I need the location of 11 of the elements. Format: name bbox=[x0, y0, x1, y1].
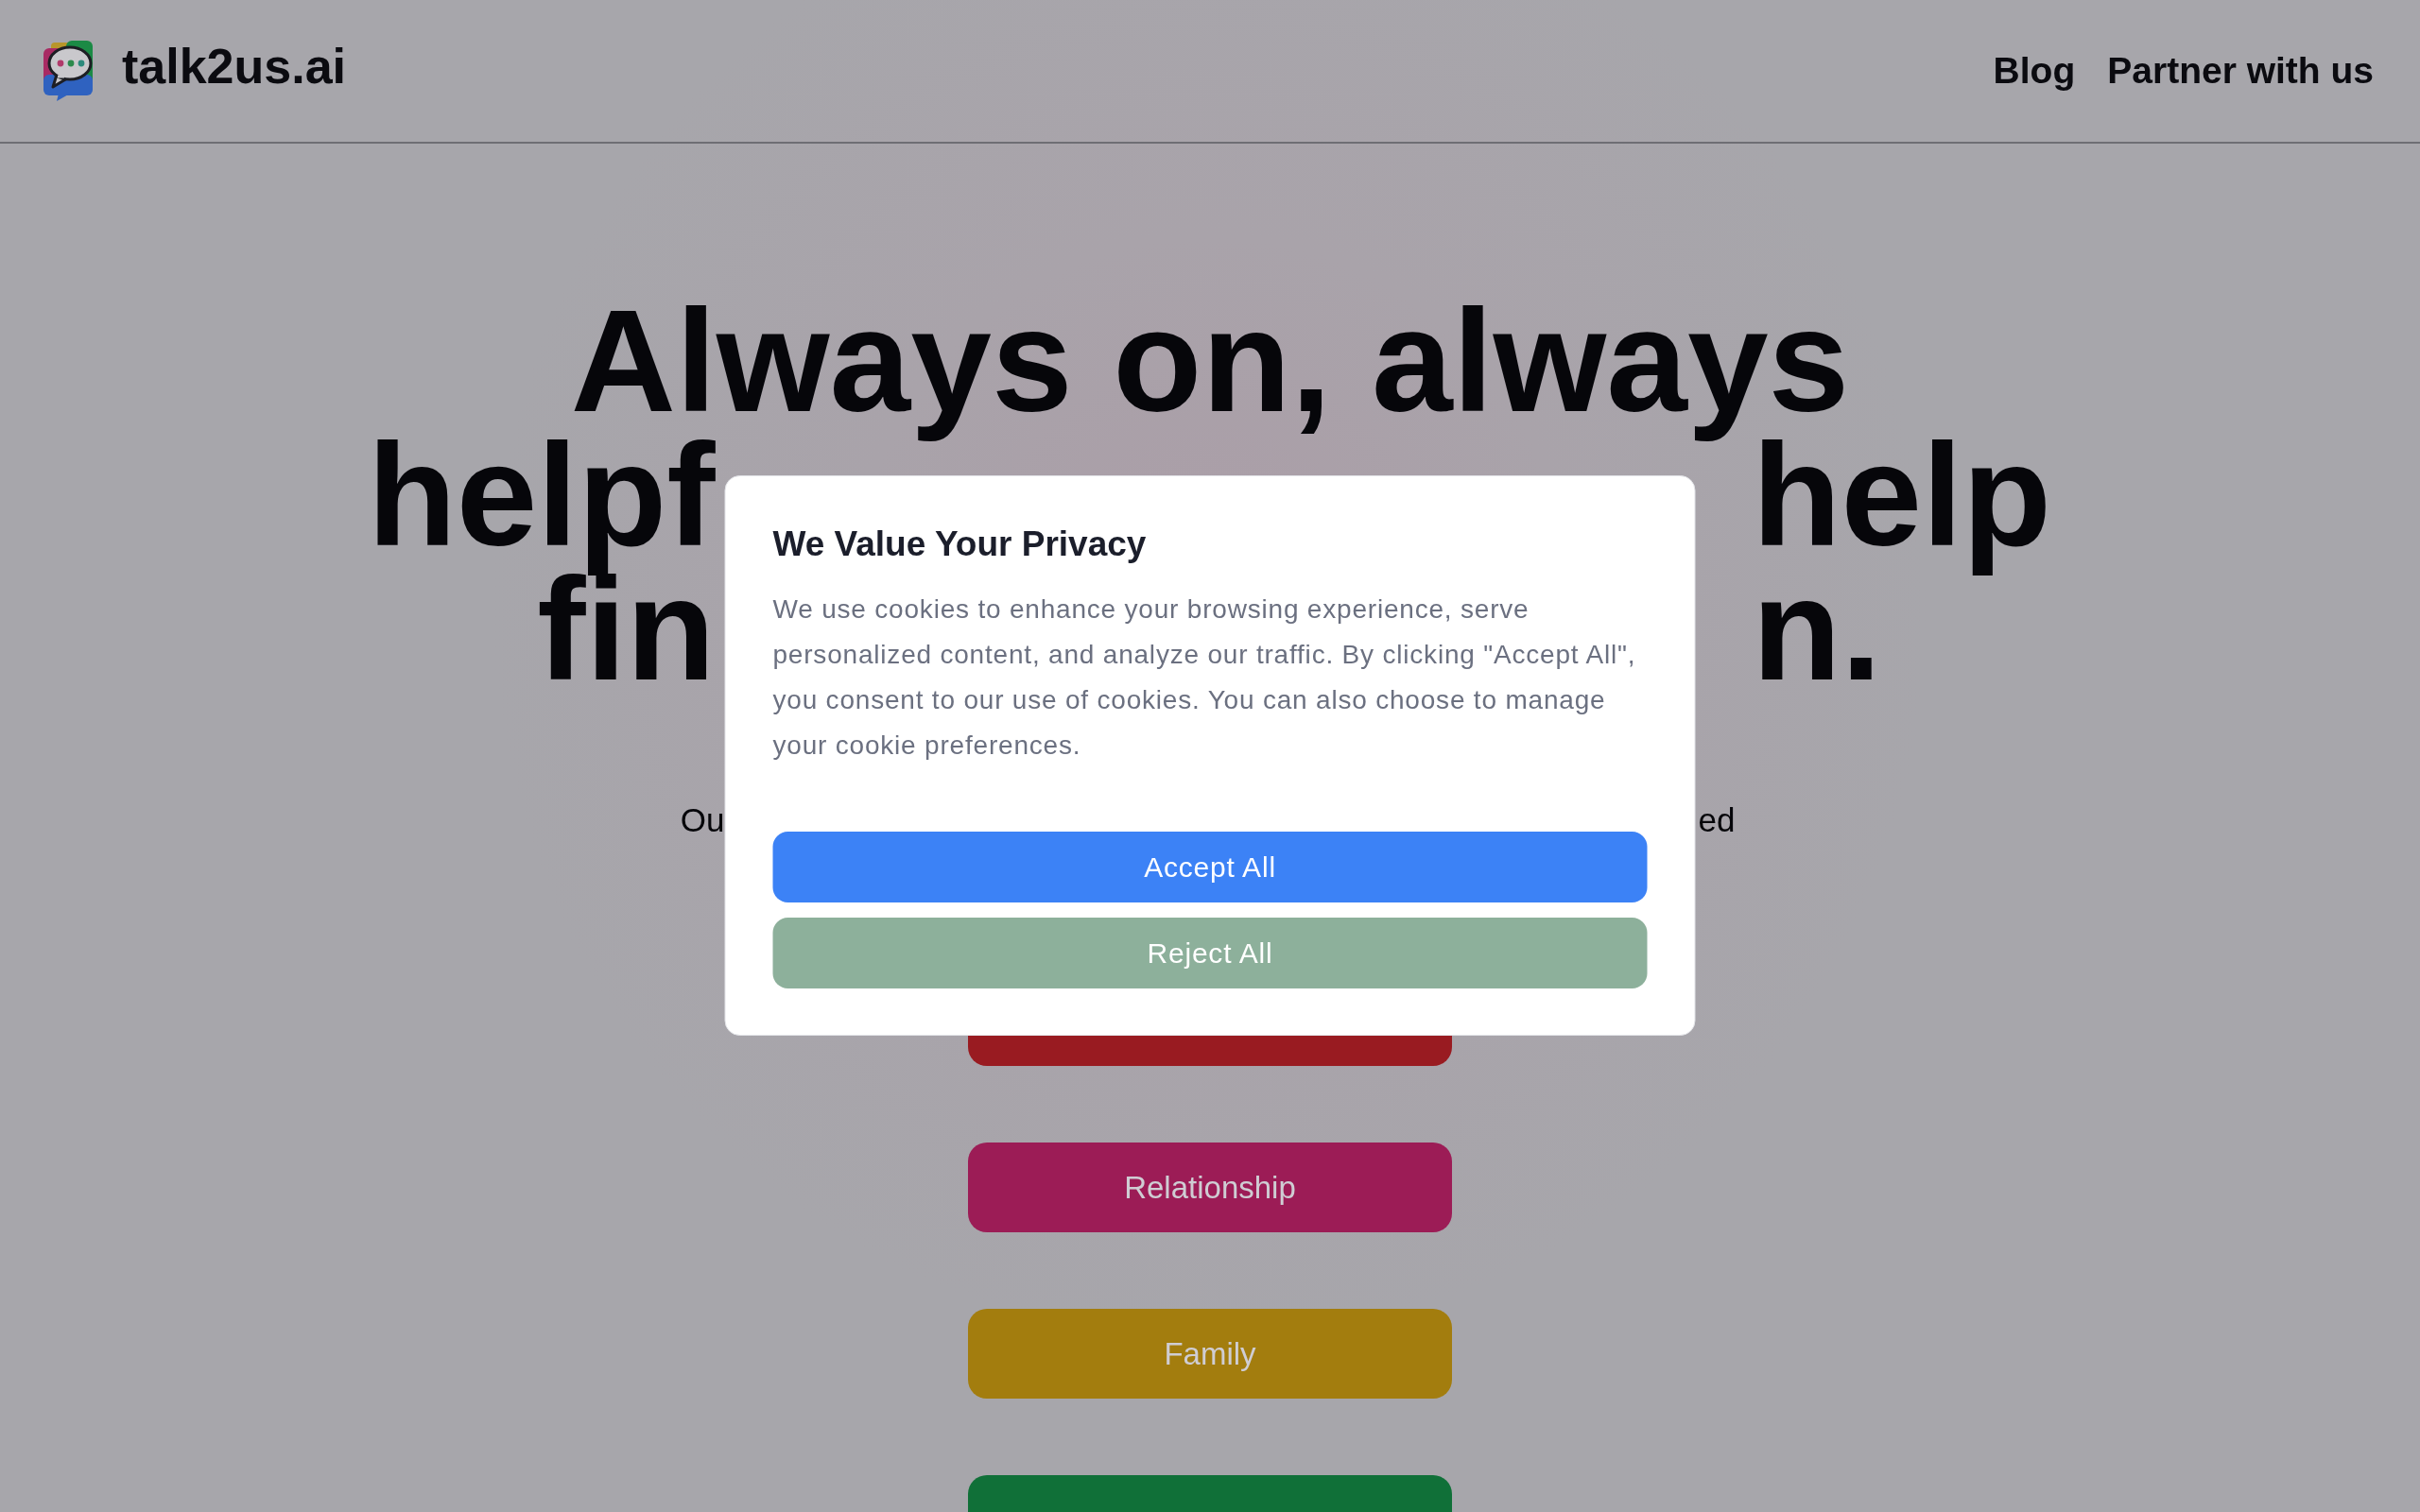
nav-link[interactable]: Blog bbox=[1993, 49, 2076, 93]
nav-link[interactable]: Partner with us bbox=[2107, 49, 2374, 93]
subtitle-text: ed bbox=[1698, 800, 1736, 840]
subtitle-text: Ou bbox=[680, 800, 725, 840]
brand-name[interactable]: talk2us.ai bbox=[122, 38, 347, 94]
dialog-title: We Value Your Privacy bbox=[772, 524, 1148, 565]
dialog-text: We use cookies to enhance your browsing experience, serve personalized content, and analyze our traffic. By clicking "Accept All", you consent to our use of cookies. You can also choose to manage your cookie preferences. bbox=[772, 593, 1637, 762]
topic-button[interactable] bbox=[968, 1475, 1452, 1512]
topic-button[interactable]: Relationship bbox=[968, 1143, 1452, 1232]
accept-button[interactable]: Accept All bbox=[772, 832, 1648, 902]
speech-bubble-icon bbox=[42, 41, 95, 101]
